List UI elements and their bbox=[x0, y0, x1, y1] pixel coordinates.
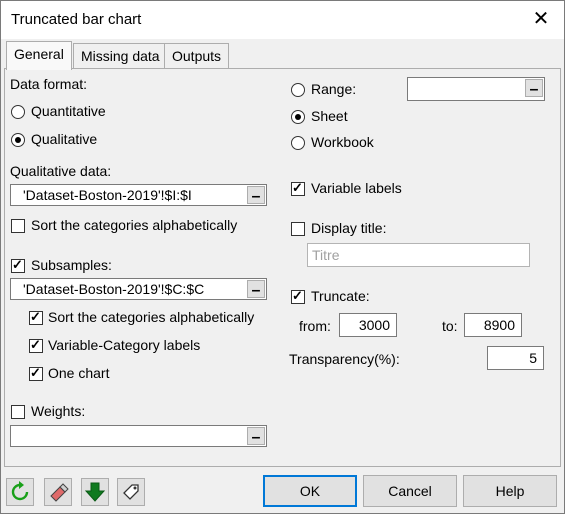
tab-general-label: General bbox=[14, 46, 64, 62]
radio-qualitative-label: Qualitative bbox=[31, 131, 98, 147]
radio-sheet-label: Sheet bbox=[311, 108, 348, 124]
tab-missing-data[interactable]: Missing data bbox=[73, 43, 168, 68]
window-title: Truncated bar chart bbox=[11, 11, 142, 28]
subsamples-label: Subsamples: bbox=[31, 257, 112, 273]
range-input[interactable]: ▁ bbox=[407, 77, 545, 101]
data-format-label: Data format: bbox=[10, 76, 88, 92]
subsamples-input[interactable]: 'Dataset-Boston-2019'!$C:$C ▁ bbox=[10, 278, 267, 300]
general-panel: Data format: Quantitative Qualitative Qu… bbox=[4, 68, 561, 467]
weights-box[interactable] bbox=[11, 405, 25, 419]
radio-sheet-circle[interactable] bbox=[291, 110, 305, 124]
truncate-from-input[interactable]: 3000 bbox=[339, 313, 397, 337]
radio-quantitative-circle[interactable] bbox=[11, 105, 25, 119]
tab-general[interactable]: General bbox=[6, 41, 72, 70]
dialog-window: Truncated bar chart ✕ General Missing da… bbox=[0, 0, 565, 514]
weights-label: Weights: bbox=[31, 403, 86, 419]
close-icon[interactable]: ✕ bbox=[526, 5, 556, 33]
sort-alpha-box-2[interactable] bbox=[29, 309, 43, 325]
cancel-button[interactable]: Cancel bbox=[363, 475, 457, 507]
sort-alpha-label-2: Sort the categories alphabetically bbox=[48, 309, 255, 325]
tab-missing-data-label: Missing data bbox=[81, 48, 160, 64]
qualitative-data-label: Qualitative data: bbox=[10, 163, 112, 179]
tab-outputs-label: Outputs bbox=[172, 48, 222, 64]
refresh-icon bbox=[11, 481, 29, 501]
range-select-icon[interactable]: ▁ bbox=[247, 280, 265, 298]
radio-qualitative-circle[interactable] bbox=[11, 133, 25, 147]
variable-labels-label: Variable labels bbox=[311, 180, 402, 196]
radio-workbook-circle[interactable] bbox=[291, 136, 305, 150]
range-select-icon[interactable]: ▁ bbox=[525, 79, 543, 97]
qualitative-data-input[interactable]: 'Dataset-Boston-2019'!$I:$I ▁ bbox=[10, 184, 267, 206]
eraser-button[interactable] bbox=[44, 478, 72, 506]
subsamples-box[interactable] bbox=[11, 257, 25, 273]
one-chart-label: One chart bbox=[48, 365, 110, 381]
truncate-to-label: to: bbox=[442, 318, 458, 334]
sort-alpha-box-1[interactable] bbox=[11, 219, 25, 233]
range-select-icon[interactable]: ▁ bbox=[247, 427, 265, 445]
sort-alpha-label-1: Sort the categories alphabetically bbox=[31, 217, 238, 233]
display-title-label: Display title: bbox=[311, 220, 387, 236]
radio-range-circle[interactable] bbox=[291, 83, 305, 97]
truncate-from-label: from: bbox=[299, 318, 331, 334]
download-button[interactable] bbox=[81, 478, 109, 506]
tab-outputs[interactable]: Outputs bbox=[164, 43, 230, 68]
truncate-label: Truncate: bbox=[311, 288, 370, 304]
variable-category-labels-label: Variable-Category labels bbox=[48, 337, 201, 353]
weights-input[interactable]: ▁ bbox=[10, 425, 267, 447]
radio-range-label: Range: bbox=[311, 81, 357, 97]
subsamples-value: 'Dataset-Boston-2019'!$C:$C bbox=[23, 281, 205, 297]
transparency-label: Transparency(%): bbox=[289, 351, 400, 367]
title-bar: Truncated bar chart ✕ bbox=[1, 1, 564, 39]
truncate-box[interactable] bbox=[291, 288, 305, 304]
eraser-icon bbox=[50, 483, 69, 502]
refresh-button[interactable] bbox=[6, 478, 34, 506]
truncate-to-input[interactable]: 8900 bbox=[464, 313, 522, 337]
one-chart-box[interactable] bbox=[29, 365, 43, 381]
variable-category-labels-box[interactable] bbox=[29, 337, 43, 353]
qualitative-data-value: 'Dataset-Boston-2019'!$I:$I bbox=[23, 187, 192, 203]
range-select-icon[interactable]: ▁ bbox=[247, 186, 265, 204]
title-input[interactable]: Titre bbox=[307, 243, 530, 267]
display-title-box[interactable] bbox=[291, 222, 305, 236]
transparency-input[interactable]: 5 bbox=[487, 346, 544, 370]
radio-quantitative-label: Quantitative bbox=[31, 103, 106, 119]
download-arrow-icon bbox=[84, 482, 106, 502]
tag-button[interactable] bbox=[117, 478, 145, 506]
variable-labels-box[interactable] bbox=[291, 180, 305, 196]
radio-workbook-label: Workbook bbox=[311, 134, 374, 150]
ok-button[interactable]: OK bbox=[263, 475, 357, 507]
help-button[interactable]: Help bbox=[463, 475, 557, 507]
tag-icon bbox=[123, 484, 139, 500]
